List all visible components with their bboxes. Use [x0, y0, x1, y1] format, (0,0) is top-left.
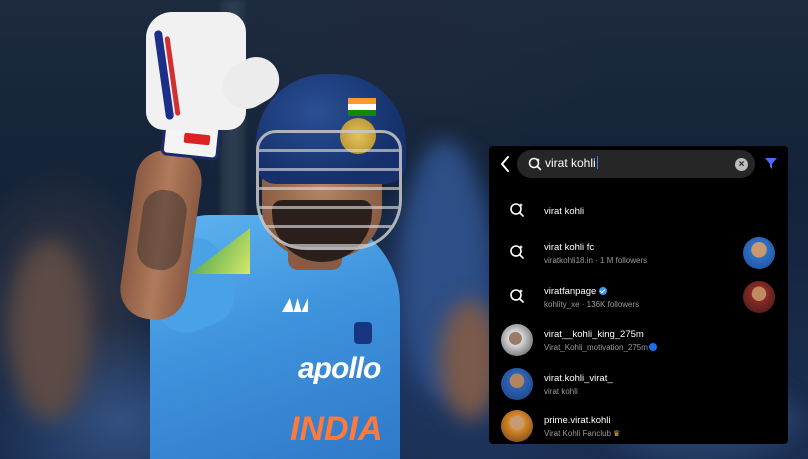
search-query-text: virat kohli: [545, 156, 598, 170]
result-title: prime.virat.kohli: [544, 415, 611, 426]
query-search-icon: [503, 282, 531, 310]
search-icon: [527, 156, 543, 172]
list-item[interactable]: virat__kohli_king_275m Virat_Kohli_motiv…: [489, 322, 788, 362]
result-subtitle: viratkohli18.in · 1 M followers: [544, 256, 648, 265]
jersey-sponsor: apollo: [298, 352, 381, 385]
result-title: virat__kohli_king_275m: [544, 329, 644, 340]
helmet-flag: [348, 98, 376, 116]
list-item[interactable]: virat kohli: [489, 190, 788, 230]
list-item[interactable]: viratfanpage kohlity_xe · 136K followers: [489, 278, 788, 318]
search-bar: virat kohli ×: [489, 146, 788, 182]
avatar: [501, 368, 533, 400]
crown-icon: ♛: [613, 429, 621, 438]
back-chevron-icon[interactable]: [499, 154, 515, 174]
helmet-grill: [256, 130, 402, 250]
globe-icon: [648, 343, 657, 351]
avatar: [743, 281, 775, 313]
search-panel: virat kohli × virat kohli virat kohli fc…: [489, 146, 788, 444]
filter-icon[interactable]: [763, 155, 779, 171]
team-badge: [354, 322, 372, 344]
list-item[interactable]: virat kohli fc viratkohli18.in · 1 M fol…: [489, 234, 788, 274]
crowd-blur: [10, 240, 90, 420]
result-subtitle: Virat_Kohli_motivation_275m: [544, 343, 657, 352]
clear-icon[interactable]: ×: [735, 158, 748, 171]
result-subtitle: Virat Kohli Fanclub ♛: [544, 429, 621, 438]
avatar: [743, 237, 775, 269]
result-subtitle: virat kohli: [544, 387, 578, 396]
jersey-team-name: INDIA: [290, 410, 383, 448]
query-search-icon: [503, 196, 531, 224]
result-title: virat.kohli_virat_: [544, 373, 613, 384]
result-subtitle: kohlity_xe · 136K followers: [544, 300, 640, 309]
result-title: virat kohli: [544, 206, 585, 217]
text-caret: [596, 156, 598, 169]
query-search-icon: [503, 238, 531, 266]
list-item[interactable]: prime.virat.kohli Virat Kohli Fanclub ♛: [489, 408, 788, 444]
search-input[interactable]: virat kohli ×: [517, 150, 755, 178]
result-title: viratfanpage: [544, 286, 608, 297]
verified-icon: [599, 287, 608, 295]
avatar: [501, 324, 533, 356]
avatar: [501, 410, 533, 442]
result-title: virat kohli fc: [544, 242, 595, 253]
list-item[interactable]: virat.kohli_virat_ virat kohli: [489, 366, 788, 406]
